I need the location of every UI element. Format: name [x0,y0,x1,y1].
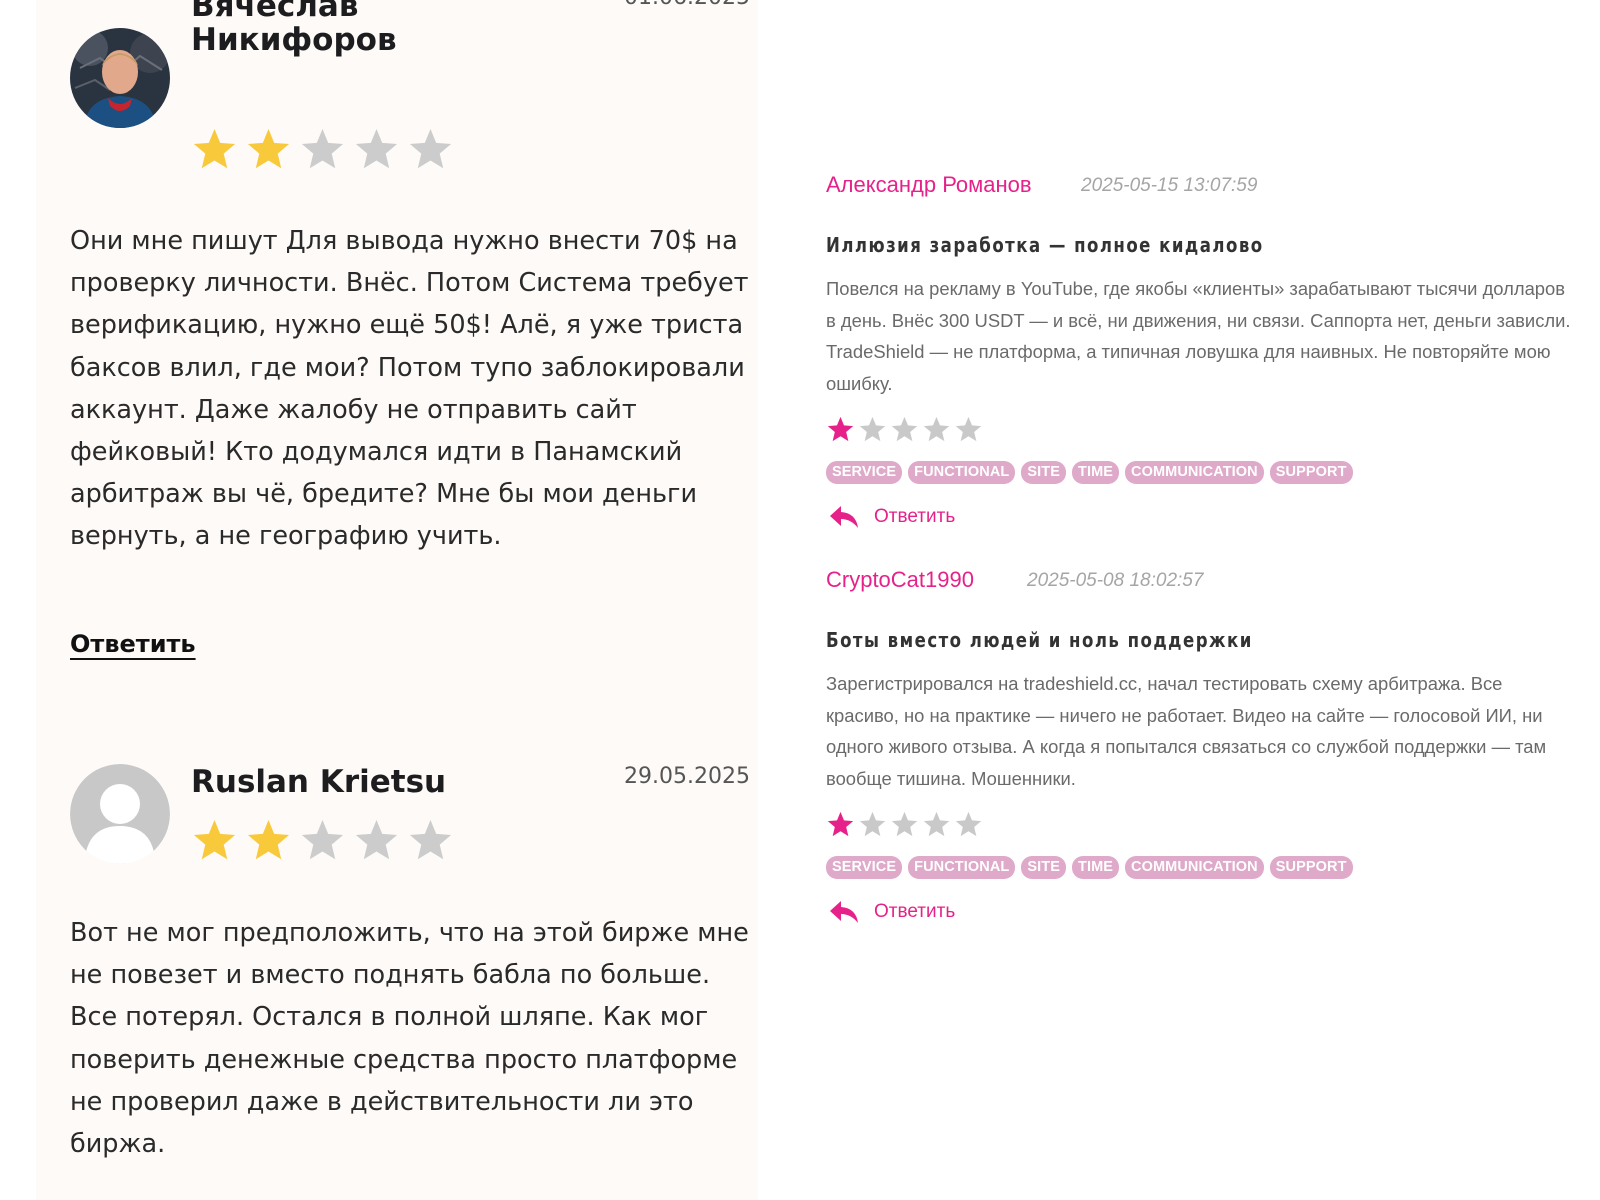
tag-badge: TIME [1072,461,1120,484]
tag-list: SERVICE FUNCTIONAL SITE TIME COMMUNICATION SU… [826,856,1353,879]
tag-badge: FUNCTIONAL [908,461,1016,484]
reviewer-name: Никифоров [191,22,397,58]
star-filled-icon [827,416,854,442]
star-empty-icon [923,811,950,837]
review-text: Вот не мог предположить, что на этой бир… [70,918,749,1160]
star-filled-icon [193,819,236,860]
review-date: 29.05.2025 [624,764,750,789]
review-card: Александр Романов 2025-05-15 13:07:59 Ил… [826,170,1576,540]
review-card: Ruslan Krietsu 29.05.2025 Вот не мог пре… [70,760,750,1200]
avatar [70,28,170,128]
review-text: Они мне пишут Для вывода нужно внести 70… [70,226,749,552]
star-empty-icon [891,416,918,442]
star-empty-icon [409,128,452,169]
review-author-link[interactable]: CryptoCat1990 [826,567,974,593]
star-empty-icon [923,416,950,442]
tag-badge: SERVICE [826,461,903,484]
star-filled-icon [827,811,854,837]
star-rating [191,817,454,864]
review-datetime: 2025-05-08 18:02:57 [1027,570,1204,591]
tag-badge: SUPPORT [1269,461,1353,484]
reviewer-name: Ruslan Krietsu [191,764,447,800]
review-title: Боты вместо людей и ноль поддержки [826,628,1253,652]
tag-badge: COMMUNICATION [1125,461,1264,484]
reply-label: Ответить [874,506,956,527]
star-empty-icon [955,811,982,837]
user-photo-icon [70,28,170,128]
reply-label: Ответить [874,901,956,922]
star-empty-icon [859,811,886,837]
star-rating [826,415,983,444]
review-text: Повелся на рекламу в YouTube, где якобы … [826,278,1571,395]
star-empty-icon [301,819,344,860]
star-empty-icon [301,128,344,169]
review-date: 01.06.2025 [624,0,750,10]
star-rating [826,810,983,839]
star-filled-icon [247,128,290,169]
avatar [70,764,170,864]
tag-badge: SITE [1021,856,1066,879]
reply-button[interactable]: Ответить [829,504,955,530]
star-empty-icon [355,128,398,169]
reply-button[interactable]: Ответить [829,899,955,925]
review-text: Зарегистрировался на tradeshield.cc, нач… [826,673,1547,790]
tag-badge: COMMUNICATION [1125,856,1264,879]
star-empty-icon [859,416,886,442]
default-user-icon [70,764,170,864]
star-rating [191,126,454,173]
tag-badge: SERVICE [826,856,903,879]
star-filled-icon [247,819,290,860]
reply-arrow-icon [830,506,858,528]
star-filled-icon [193,128,236,169]
review-author-link[interactable]: Александр Романов [826,172,1032,198]
review-datetime: 2025-05-15 13:07:59 [1081,175,1258,196]
star-empty-icon [891,811,918,837]
reply-arrow-icon [830,901,858,923]
tag-badge: SUPPORT [1269,856,1353,879]
left-reviews-panel: Вячеслав Никифоров 01.06.2025 Они мне пи… [36,0,758,1200]
review-title: Иллюзия заработка — полное кидалово [826,233,1264,257]
tag-badge: SITE [1021,461,1066,484]
tag-badge: FUNCTIONAL [908,856,1016,879]
reply-link[interactable]: Ответить [70,630,196,658]
star-empty-icon [355,819,398,860]
review-card: CryptoCat1990 2025-05-08 18:02:57 Боты в… [826,565,1576,935]
review-card: Вячеслав Никифоров 01.06.2025 Они мне пи… [70,0,750,690]
tag-badge: TIME [1072,856,1120,879]
tag-list: SERVICE FUNCTIONAL SITE TIME COMMUNICATION SU… [826,461,1353,484]
star-empty-icon [409,819,452,860]
star-empty-icon [955,416,982,442]
